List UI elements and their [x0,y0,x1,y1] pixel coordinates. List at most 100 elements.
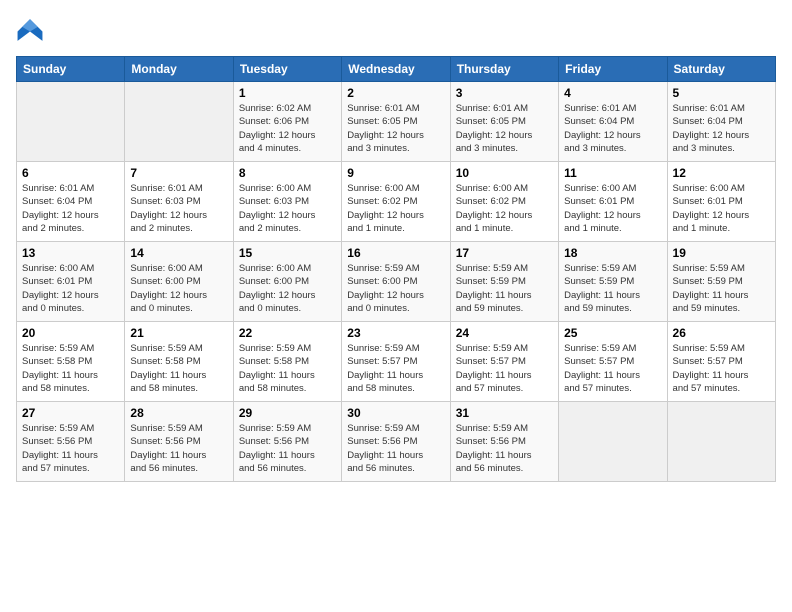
day-info: Sunrise: 5:59 AM Sunset: 5:56 PM Dayligh… [456,422,553,475]
day-info: Sunrise: 6:00 AM Sunset: 6:01 PM Dayligh… [22,262,119,315]
day-number: 16 [347,246,444,260]
calendar-cell [667,402,775,482]
day-number: 3 [456,86,553,100]
day-number: 17 [456,246,553,260]
day-number: 25 [564,326,661,340]
day-info: Sunrise: 5:59 AM Sunset: 6:00 PM Dayligh… [347,262,444,315]
logo-icon [16,16,44,44]
day-info: Sunrise: 5:59 AM Sunset: 5:59 PM Dayligh… [456,262,553,315]
day-number: 2 [347,86,444,100]
day-info: Sunrise: 5:59 AM Sunset: 5:58 PM Dayligh… [22,342,119,395]
calendar-cell: 13 Sunrise: 6:00 AM Sunset: 6:01 PM Dayli… [17,242,125,322]
day-number: 27 [22,406,119,420]
day-info: Sunrise: 6:00 AM Sunset: 6:03 PM Dayligh… [239,182,336,235]
calendar-week-row: 27 Sunrise: 5:59 AM Sunset: 5:56 PM Dayli… [17,402,776,482]
day-info: Sunrise: 6:02 AM Sunset: 6:06 PM Dayligh… [239,102,336,155]
day-info: Sunrise: 5:59 AM Sunset: 5:56 PM Dayligh… [22,422,119,475]
calendar-cell: 11 Sunrise: 6:00 AM Sunset: 6:01 PM Dayli… [559,162,667,242]
weekday-header: Wednesday [342,57,450,82]
calendar-cell: 10Sunrise: 6:00 AM Sunset: 6:02 PM Dayli… [450,162,558,242]
day-info: Sunrise: 5:59 AM Sunset: 5:57 PM Dayligh… [564,342,661,395]
day-info: Sunrise: 5:59 AM Sunset: 5:57 PM Dayligh… [456,342,553,395]
day-info: Sunrise: 5:59 AM Sunset: 5:58 PM Dayligh… [130,342,227,395]
day-number: 4 [564,86,661,100]
day-info: Sunrise: 6:00 AM Sunset: 6:01 PM Dayligh… [564,182,661,235]
day-info: Sunrise: 6:01 AM Sunset: 6:05 PM Dayligh… [347,102,444,155]
logo [16,16,48,44]
day-number: 22 [239,326,336,340]
day-info: Sunrise: 6:00 AM Sunset: 6:00 PM Dayligh… [239,262,336,315]
calendar-cell: 6 Sunrise: 6:01 AM Sunset: 6:04 PM Daylig… [17,162,125,242]
calendar-week-row: 1 Sunrise: 6:02 AM Sunset: 6:06 PM Daylig… [17,82,776,162]
day-info: Sunrise: 5:59 AM Sunset: 5:58 PM Dayligh… [239,342,336,395]
calendar-cell: 12 Sunrise: 6:00 AM Sunset: 6:01 PM Dayli… [667,162,775,242]
weekday-header: Sunday [17,57,125,82]
day-number: 9 [347,166,444,180]
calendar-cell: 1 Sunrise: 6:02 AM Sunset: 6:06 PM Daylig… [233,82,341,162]
day-number: 13 [22,246,119,260]
calendar-cell: 21 Sunrise: 5:59 AM Sunset: 5:58 PM Dayli… [125,322,233,402]
calendar-cell: 7Sunrise: 6:01 AM Sunset: 6:03 PM Daylig… [125,162,233,242]
calendar-cell: 25 Sunrise: 5:59 AM Sunset: 5:57 PM Dayli… [559,322,667,402]
calendar-cell: 14 Sunrise: 6:00 AM Sunset: 6:00 PM Dayli… [125,242,233,322]
day-number: 28 [130,406,227,420]
day-info: Sunrise: 6:00 AM Sunset: 6:02 PM Dayligh… [347,182,444,235]
day-info: Sunrise: 6:01 AM Sunset: 6:04 PM Dayligh… [22,182,119,235]
day-number: 18 [564,246,661,260]
day-number: 15 [239,246,336,260]
calendar-cell: 8 Sunrise: 6:00 AM Sunset: 6:03 PM Daylig… [233,162,341,242]
weekday-header: Tuesday [233,57,341,82]
calendar-week-row: 6 Sunrise: 6:01 AM Sunset: 6:04 PM Daylig… [17,162,776,242]
weekday-header: Saturday [667,57,775,82]
calendar-cell: 29 Sunrise: 5:59 AM Sunset: 5:56 PM Dayli… [233,402,341,482]
calendar-cell: 22 Sunrise: 5:59 AM Sunset: 5:58 PM Dayli… [233,322,341,402]
day-number: 7 [130,166,227,180]
day-info: Sunrise: 5:59 AM Sunset: 5:57 PM Dayligh… [347,342,444,395]
day-number: 11 [564,166,661,180]
day-number: 12 [673,166,770,180]
day-info: Sunrise: 5:59 AM Sunset: 5:56 PM Dayligh… [130,422,227,475]
calendar-cell: 28 Sunrise: 5:59 AM Sunset: 5:56 PM Dayli… [125,402,233,482]
day-info: Sunrise: 6:00 AM Sunset: 6:01 PM Dayligh… [673,182,770,235]
calendar-table: SundayMondayTuesdayWednesdayThursdayFrid… [16,56,776,482]
calendar-cell: 3Sunrise: 6:01 AM Sunset: 6:05 PM Daylig… [450,82,558,162]
day-info: Sunrise: 6:00 AM Sunset: 6:02 PM Dayligh… [456,182,553,235]
calendar-cell: 5Sunrise: 6:01 AM Sunset: 6:04 PM Daylig… [667,82,775,162]
day-info: Sunrise: 5:59 AM Sunset: 5:56 PM Dayligh… [347,422,444,475]
calendar-cell: 30 Sunrise: 5:59 AM Sunset: 5:56 PM Dayli… [342,402,450,482]
day-number: 30 [347,406,444,420]
day-number: 24 [456,326,553,340]
calendar-cell: 9 Sunrise: 6:00 AM Sunset: 6:02 PM Daylig… [342,162,450,242]
day-number: 1 [239,86,336,100]
calendar-cell: 19Sunrise: 5:59 AM Sunset: 5:59 PM Dayli… [667,242,775,322]
weekday-header: Friday [559,57,667,82]
day-number: 31 [456,406,553,420]
day-number: 6 [22,166,119,180]
calendar-cell: 16 Sunrise: 5:59 AM Sunset: 6:00 PM Dayli… [342,242,450,322]
day-number: 5 [673,86,770,100]
weekday-header: Thursday [450,57,558,82]
day-number: 26 [673,326,770,340]
calendar-header: SundayMondayTuesdayWednesdayThursdayFrid… [17,57,776,82]
calendar-cell: 17 Sunrise: 5:59 AM Sunset: 5:59 PM Dayli… [450,242,558,322]
calendar-cell: 4Sunrise: 6:01 AM Sunset: 6:04 PM Daylig… [559,82,667,162]
calendar-cell: 15 Sunrise: 6:00 AM Sunset: 6:00 PM Dayli… [233,242,341,322]
page-header [16,16,776,44]
day-info: Sunrise: 6:00 AM Sunset: 6:00 PM Dayligh… [130,262,227,315]
day-number: 21 [130,326,227,340]
calendar-cell: 26Sunrise: 5:59 AM Sunset: 5:57 PM Dayli… [667,322,775,402]
day-info: Sunrise: 5:59 AM Sunset: 5:56 PM Dayligh… [239,422,336,475]
day-number: 29 [239,406,336,420]
calendar-week-row: 20Sunrise: 5:59 AM Sunset: 5:58 PM Dayli… [17,322,776,402]
calendar-body: 1 Sunrise: 6:02 AM Sunset: 6:06 PM Daylig… [17,82,776,482]
calendar-cell [125,82,233,162]
weekday-row: SundayMondayTuesdayWednesdayThursdayFrid… [17,57,776,82]
calendar-cell: 31 Sunrise: 5:59 AM Sunset: 5:56 PM Dayli… [450,402,558,482]
calendar-cell: 24 Sunrise: 5:59 AM Sunset: 5:57 PM Dayli… [450,322,558,402]
day-number: 14 [130,246,227,260]
calendar-cell: 2 Sunrise: 6:01 AM Sunset: 6:05 PM Daylig… [342,82,450,162]
day-number: 8 [239,166,336,180]
day-info: Sunrise: 5:59 AM Sunset: 5:59 PM Dayligh… [564,262,661,315]
calendar-week-row: 13 Sunrise: 6:00 AM Sunset: 6:01 PM Dayli… [17,242,776,322]
day-number: 23 [347,326,444,340]
